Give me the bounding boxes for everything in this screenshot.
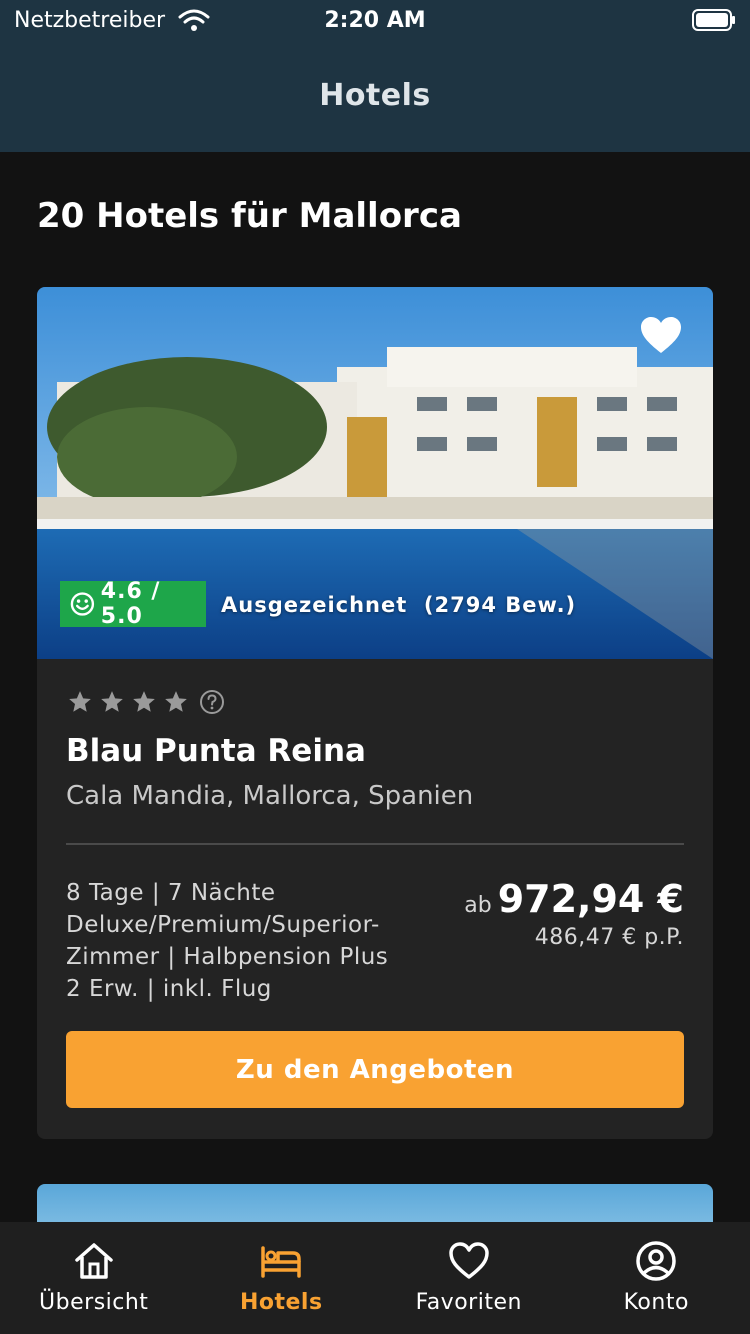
tab-favorites[interactable]: Favoriten bbox=[375, 1222, 563, 1334]
next-hotel-card-preview[interactable] bbox=[37, 1184, 713, 1222]
tab-account[interactable]: Konto bbox=[563, 1222, 750, 1334]
details-line: Deluxe/Premium/Superior- bbox=[66, 912, 380, 938]
star-icon bbox=[133, 691, 155, 712]
hotel-card[interactable]: 4.6 / 5.0 Ausgezeichnet (2794 Bew.) Blau… bbox=[37, 287, 713, 1139]
hotel-name[interactable]: Blau Punta Reina bbox=[66, 733, 366, 769]
star-icon bbox=[165, 691, 187, 712]
tab-label: Übersicht bbox=[39, 1290, 149, 1315]
view-offers-button[interactable]: Zu den Angeboten bbox=[66, 1031, 684, 1108]
account-icon bbox=[636, 1241, 676, 1281]
star-icon bbox=[69, 691, 91, 712]
star-rating bbox=[67, 689, 225, 715]
details-line: 2 Erw. | inkl. Flug bbox=[66, 976, 272, 1002]
review-count: (2794 Bew.) bbox=[423, 593, 577, 617]
tab-label: Hotels bbox=[239, 1290, 323, 1315]
price-block: ab 972,94 € 486,47 € p.P. bbox=[464, 877, 684, 950]
clock: 2:20 AM bbox=[324, 8, 426, 33]
tab-label: Konto bbox=[623, 1290, 689, 1315]
battery-icon bbox=[692, 9, 735, 31]
offer-details: 8 Tage | 7 Nächte Deluxe/Premium/Superio… bbox=[66, 877, 388, 1005]
hotel-location: Cala Mandia, Mallorca, Spanien bbox=[66, 781, 474, 811]
tab-label: Favoriten bbox=[415, 1290, 522, 1315]
price-per-person: 486,47 € p.P. bbox=[534, 925, 684, 950]
hotel-list[interactable]: 20 Hotels für Mallorca 4.6 / 5.0 Ausgeze… bbox=[0, 152, 750, 1222]
divider bbox=[66, 843, 684, 845]
total-price: 972,94 € bbox=[497, 877, 684, 921]
price-prefix: ab bbox=[464, 893, 492, 918]
bed-icon bbox=[261, 1246, 301, 1278]
details-line: Zimmer | Halbpension Plus bbox=[66, 944, 389, 970]
heart-icon bbox=[449, 1242, 489, 1279]
help-icon[interactable] bbox=[199, 689, 225, 715]
results-headline: 20 Hotels für Mallorca bbox=[37, 196, 462, 236]
nav-bar: Hotels bbox=[0, 40, 750, 152]
page-title: Hotels bbox=[319, 78, 431, 113]
details-line: 8 Tage | 7 Nächte bbox=[66, 880, 276, 906]
home-icon bbox=[75, 1243, 113, 1279]
tab-bar: Übersicht Hotels Favoriten Konto bbox=[0, 1222, 750, 1334]
tab-overview[interactable]: Übersicht bbox=[0, 1222, 188, 1334]
smiley-icon bbox=[70, 592, 95, 616]
rating-badge: 4.6 / 5.0 bbox=[60, 579, 206, 629]
favorite-heart-icon[interactable] bbox=[639, 315, 683, 355]
star-icon bbox=[101, 691, 123, 712]
rating-score: 4.6 / 5.0 bbox=[100, 579, 161, 629]
tab-hotels[interactable]: Hotels bbox=[188, 1222, 376, 1334]
rating-description: Ausgezeichnet (2794 Bew.) bbox=[221, 593, 576, 617]
status-bar: Netzbetreiber 2:20 AM bbox=[0, 0, 750, 40]
rating-label: Ausgezeichnet bbox=[221, 593, 408, 617]
